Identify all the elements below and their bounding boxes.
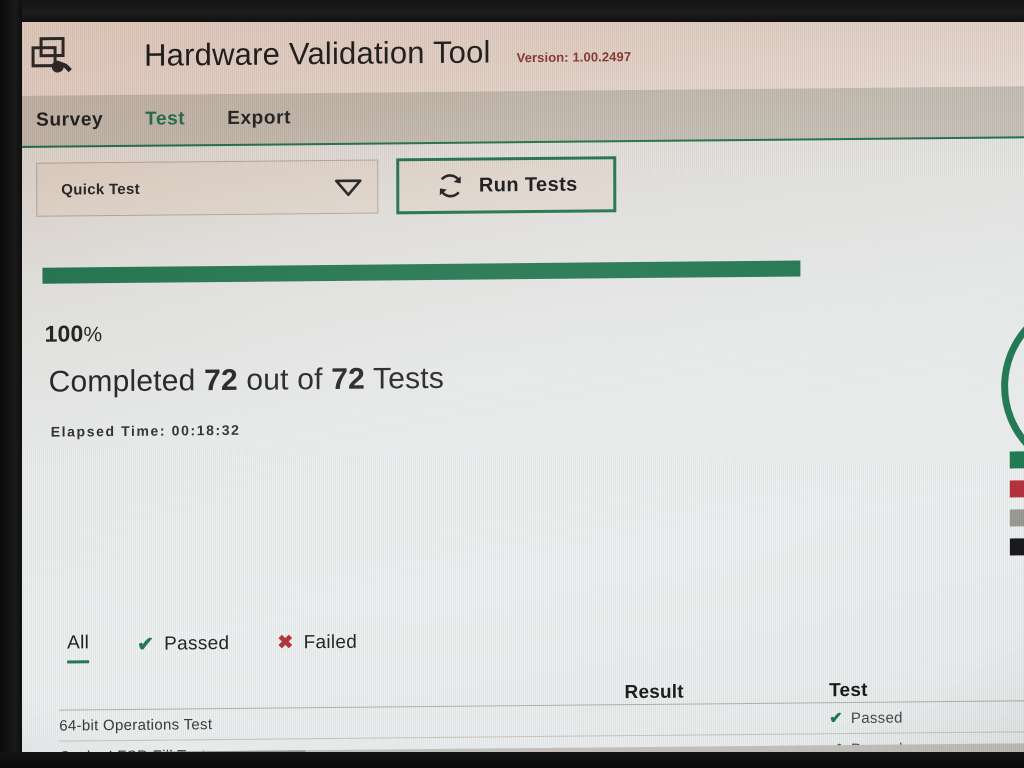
legend-item bbox=[1009, 451, 1024, 469]
cross-icon: ✖ bbox=[277, 632, 294, 654]
main-nav: Survey Test Export bbox=[14, 86, 1024, 149]
elapsed-time: Elapsed Time: 00:18:32 bbox=[50, 421, 241, 440]
check-icon: ✔ bbox=[137, 633, 155, 656]
run-tests-button[interactable]: Run Tests bbox=[396, 156, 617, 215]
monitor-photo: Hardware Validation Tool Version: 1.00.2… bbox=[0, 0, 1024, 768]
filter-passed-label: Passed bbox=[164, 632, 230, 655]
column-header-test: Test bbox=[829, 679, 868, 702]
test-type-value: Quick Test bbox=[61, 180, 140, 199]
refresh-icon bbox=[435, 171, 465, 201]
chart-legend bbox=[1009, 451, 1024, 556]
filter-passed[interactable]: ✔ Passed bbox=[137, 631, 229, 663]
progress-percent-value: 100 bbox=[44, 320, 84, 347]
total-count: 72 bbox=[331, 362, 366, 396]
completed-summary: Completed 72 out of 72 Tests bbox=[49, 362, 444, 400]
other-swatch bbox=[1009, 538, 1024, 556]
filter-failed-label: Failed bbox=[303, 631, 358, 653]
version-label: Version: 1.00.2497 bbox=[516, 48, 632, 65]
monitor-bezel-bottom bbox=[0, 752, 1024, 768]
completed-suffix: Tests bbox=[372, 361, 445, 396]
failed-swatch bbox=[1009, 480, 1024, 498]
tab-test[interactable]: Test bbox=[145, 108, 185, 130]
progress-percent: 100% bbox=[45, 320, 103, 348]
passed-swatch bbox=[1009, 451, 1024, 469]
progress-bar-fill bbox=[42, 260, 801, 284]
result-filter-tabs: All ✔ Passed ✖ Failed bbox=[67, 630, 357, 664]
results-donut-chart bbox=[1000, 295, 1024, 477]
test-toolbar: Quick Test Run Tests bbox=[14, 142, 1024, 228]
skipped-swatch bbox=[1009, 509, 1024, 527]
legend-item bbox=[1009, 538, 1024, 556]
row-test-label: Passed bbox=[850, 709, 903, 727]
row-test-status: ✔ Passed bbox=[819, 706, 1024, 728]
filter-failed[interactable]: ✖ Failed bbox=[277, 631, 357, 661]
progress-bar-track bbox=[42, 259, 1002, 284]
filter-all[interactable]: All bbox=[67, 632, 90, 664]
screen-area: Hardware Validation Tool Version: 1.00.2… bbox=[14, 8, 1024, 768]
row-name: 64-bit Operations Test bbox=[59, 715, 213, 735]
filter-all-label: All bbox=[67, 632, 90, 654]
application-window: Hardware Validation Tool Version: 1.00.2… bbox=[14, 8, 1024, 768]
legend-item bbox=[1009, 480, 1024, 498]
check-icon: ✔ bbox=[829, 710, 843, 728]
tab-export[interactable]: Export bbox=[227, 107, 291, 130]
row-result bbox=[489, 718, 819, 721]
tab-survey[interactable]: Survey bbox=[36, 109, 103, 132]
test-type-select[interactable]: Quick Test bbox=[36, 159, 379, 217]
completed-middle: out of bbox=[246, 363, 323, 397]
column-header-result: Result bbox=[624, 681, 684, 704]
legend-item bbox=[1009, 509, 1024, 527]
monitor-bezel-left bbox=[0, 0, 22, 768]
run-tests-label: Run Tests bbox=[478, 173, 578, 197]
monitor-bezel-top bbox=[0, 0, 1024, 22]
progress-percent-unit: % bbox=[83, 323, 103, 347]
completed-count: 72 bbox=[204, 363, 238, 398]
page-title: Hardware Validation Tool bbox=[144, 34, 491, 73]
triangle-down-icon bbox=[333, 177, 363, 197]
completed-prefix: Completed bbox=[48, 364, 196, 399]
app-window-wrench-icon bbox=[28, 33, 74, 79]
